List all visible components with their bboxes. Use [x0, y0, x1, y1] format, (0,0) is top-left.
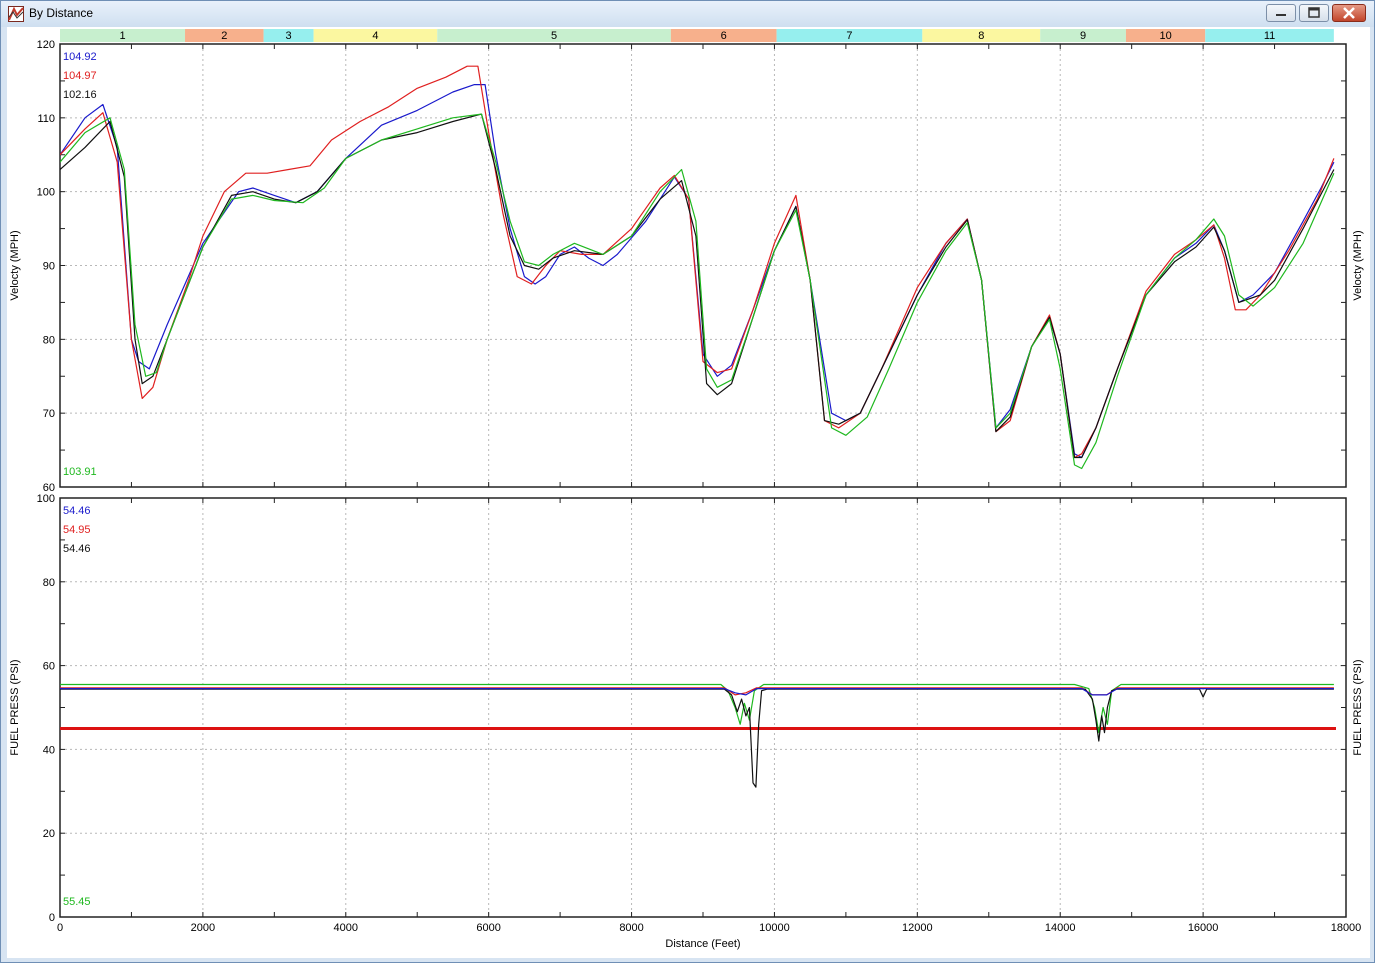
value-readout: 54.46	[63, 505, 91, 517]
y-tick-label: 120	[37, 39, 55, 51]
y-tick-label: 110	[37, 113, 55, 125]
telemetry-chart[interactable]: 1 2 3 4 5 6 7 8 9 10 11 60 70 80 90 100 110 120 Velocty (M…	[7, 27, 1370, 958]
segment-label: 9	[1080, 30, 1086, 42]
segment-label: 4	[372, 30, 378, 42]
x-tick-label: 10000	[759, 922, 790, 934]
velocity-y-axis-label-right: Velocty (MPH)	[1352, 230, 1364, 300]
close-button[interactable]	[1332, 4, 1366, 22]
window-title: By Distance	[29, 6, 94, 20]
fuel-press-y-axis-label: FUEL PRESS (PSI)	[9, 659, 21, 755]
y-tick-label: 100	[37, 187, 55, 199]
x-tick-label: 12000	[902, 922, 933, 934]
velocity-plot-frame	[59, 43, 1347, 488]
segment-label: 11	[1264, 30, 1275, 42]
y-tick-label: 80	[43, 334, 55, 346]
application-window: By Distance 1 2 3 4 5 6 7 8 9 10 11 60 70 80 90 100 110 1…	[0, 0, 1375, 963]
y-tick-label: 60	[43, 661, 55, 673]
segment-label: 5	[551, 30, 557, 42]
app-icon	[8, 6, 24, 22]
velocity-y-axis-label: Velocty (MPH)	[9, 230, 21, 300]
value-readout: 104.97	[63, 70, 97, 82]
y-tick-label: 100	[37, 493, 55, 505]
segment-label: 1	[119, 30, 125, 42]
y-tick-label: 80	[43, 577, 55, 589]
series-line	[60, 683, 1334, 734]
x-tick-label: 14000	[1045, 922, 1076, 934]
x-tick-label: 4000	[334, 922, 358, 934]
x-tick-label: 2000	[191, 922, 215, 934]
x-tick-label: 0	[57, 922, 63, 934]
chart-area[interactable]: 1 2 3 4 5 6 7 8 9 10 11 60 70 80 90 100 110 120 Velocty (M…	[7, 27, 1370, 958]
close-icon	[1343, 7, 1355, 19]
x-tick-label: 18000	[1331, 922, 1362, 934]
value-readout: 104.92	[63, 51, 97, 63]
value-readout: 103.91	[63, 466, 97, 478]
fuel-press-series-group	[60, 683, 1334, 788]
y-tick-label: 20	[43, 828, 55, 840]
segment-label: 6	[721, 30, 727, 42]
segment-label: 10	[1159, 30, 1171, 42]
fuel-press-plot-frame	[59, 497, 1347, 918]
x-tick-label: 16000	[1188, 922, 1219, 934]
series-line	[60, 688, 1334, 788]
y-tick-label: 90	[43, 261, 55, 273]
segment-label: 8	[978, 30, 984, 42]
segment-label: 2	[221, 30, 227, 42]
value-readout: 55.45	[63, 896, 91, 908]
value-readout: 54.95	[63, 524, 91, 536]
minimize-button[interactable]	[1266, 4, 1296, 22]
value-readout: 54.46	[63, 543, 91, 555]
velocity-series-group	[60, 65, 1335, 470]
fuel-press-y-axis-label-right: FUEL PRESS (PSI)	[1352, 659, 1364, 755]
title-bar[interactable]: By Distance	[1, 1, 1374, 27]
segment-label: 3	[286, 30, 292, 42]
x-tick-label: 6000	[476, 922, 500, 934]
minimize-icon	[1276, 14, 1286, 16]
y-tick-label: 70	[43, 408, 55, 420]
series-line	[60, 84, 1335, 459]
restore-button[interactable]	[1299, 4, 1329, 22]
value-readout: 102.16	[63, 89, 97, 101]
series-line	[60, 65, 1335, 459]
y-tick-label: 40	[43, 744, 55, 756]
y-tick-label: 0	[49, 912, 55, 924]
x-tick-label: 8000	[619, 922, 643, 934]
restore-icon	[1308, 7, 1320, 18]
segment-label: 7	[846, 30, 852, 42]
x-axis-label: Distance (Feet)	[665, 938, 740, 950]
